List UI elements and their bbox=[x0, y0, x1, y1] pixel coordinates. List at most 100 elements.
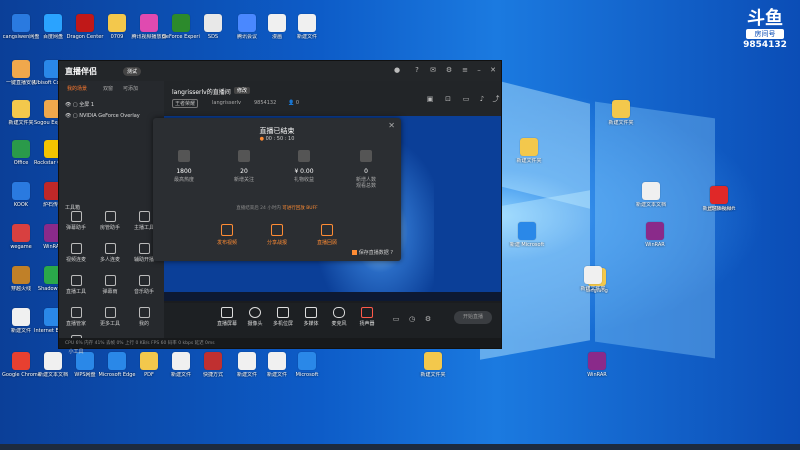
close-icon[interactable]: ✕ bbox=[489, 66, 497, 74]
menu-icon[interactable]: ≡ bbox=[461, 66, 469, 74]
tool-item[interactable]: 直播管家 bbox=[61, 307, 91, 327]
app-icon bbox=[12, 60, 30, 78]
replay-note: 直播结束后 24 小时内 可进行回放 BUFF bbox=[153, 205, 401, 211]
app-icon bbox=[518, 222, 536, 240]
monitor-icon bbox=[277, 307, 289, 318]
multi-screen-button[interactable]: 多机位屏 bbox=[270, 307, 296, 327]
desktop-icon[interactable]: 新建文件 bbox=[288, 14, 326, 40]
avatar-icon[interactable]: ● bbox=[393, 66, 401, 74]
desktop-icon[interactable]: WinRAR bbox=[636, 222, 674, 248]
lock-icon[interactable]: ⊡ bbox=[444, 95, 452, 103]
bell-icon[interactable]: ♪ bbox=[478, 95, 486, 103]
tool-item[interactable]: 视频连麦 bbox=[61, 243, 91, 263]
tool-label: 多人连麦 bbox=[99, 257, 120, 263]
desktop-icon-label: 新建文本文档 bbox=[635, 202, 666, 208]
control-label: 摄像头 bbox=[247, 321, 263, 327]
room-header: langrisserlv的直播间 修改 王者荣耀 langrisserlv 98… bbox=[164, 81, 501, 116]
desktop-icon[interactable]: Microsoft bbox=[288, 352, 326, 378]
flame-icon bbox=[178, 150, 190, 162]
douyu-logo-watermark: 斗鱼 房间号 9854132 bbox=[740, 10, 790, 51]
desktop-icon[interactable]: 新建文件 bbox=[162, 352, 200, 378]
tool-label: 弹幕雨 bbox=[102, 289, 118, 295]
desktop-icon[interactable]: SDS bbox=[194, 14, 232, 40]
minimize-icon[interactable]: – bbox=[475, 66, 483, 74]
speaker-button[interactable]: 扬声器 bbox=[354, 307, 380, 327]
tool-item[interactable]: 我的 bbox=[129, 307, 159, 327]
tool-item[interactable]: 音乐助手 bbox=[129, 275, 159, 295]
desktop-icon[interactable]: 新建文件夹 bbox=[414, 352, 452, 378]
stat-label: 礼物收益 bbox=[293, 177, 314, 183]
app-icon bbox=[298, 14, 316, 32]
desktop-icon[interactable]: 新建文件夹 bbox=[510, 138, 548, 164]
share-report-button[interactable]: 分享战报 bbox=[255, 224, 299, 246]
camera-button[interactable]: 摄像头 bbox=[242, 307, 268, 327]
tool-label: 弹幕助手 bbox=[65, 225, 86, 231]
settings-icon[interactable]: ⚙ bbox=[445, 66, 453, 74]
help-icon[interactable]: ? bbox=[413, 66, 421, 74]
play-icon bbox=[305, 307, 317, 318]
stat-label: 新增关注 bbox=[233, 177, 254, 183]
tool-item[interactable]: 房管助手 bbox=[95, 211, 125, 231]
app-icon bbox=[520, 138, 538, 156]
help-icon[interactable]: ? bbox=[390, 250, 393, 256]
message-icon[interactable]: ✉ bbox=[429, 66, 437, 74]
app-icon bbox=[646, 222, 664, 240]
desktop-icon[interactable]: 新建文件夹 bbox=[602, 100, 640, 126]
scene-label: NVIDIA GeForce Overlay bbox=[79, 113, 140, 119]
app-icon bbox=[76, 14, 94, 32]
tool-label: 房管助手 bbox=[99, 225, 120, 231]
scene-item[interactable]: 👁 ▢ NVIDIA GeForce Overlay bbox=[65, 113, 140, 119]
publish-video-button[interactable]: 发布视频 bbox=[205, 224, 249, 246]
save-data-checkbox[interactable]: 保存直播数据 ? bbox=[351, 249, 393, 256]
camera-icon bbox=[249, 307, 261, 318]
action-label: 直播回顾 bbox=[316, 240, 337, 246]
desktop-icon[interactable]: 新建文件夹 bbox=[574, 266, 612, 292]
monitor-icon[interactable]: ▭ bbox=[462, 95, 470, 103]
tool-item[interactable]: 多人连麦 bbox=[95, 243, 125, 263]
control-label: 多媒体 bbox=[303, 321, 319, 327]
scene-label: 全屏 1 bbox=[79, 102, 95, 108]
viewer-count: 👤 0 bbox=[288, 100, 300, 106]
screen-capture-button[interactable]: 直播屏幕 bbox=[214, 307, 240, 327]
source-controls: 直播屏幕 摄像头 多机位屏 多媒体 麦克风 扬声器 ▭ ◷ ⚙ 开始直播 bbox=[164, 303, 501, 343]
category-badge[interactable]: 王者荣耀 bbox=[172, 99, 199, 108]
app-icon bbox=[108, 352, 126, 370]
app-icon bbox=[12, 224, 30, 242]
app-icon bbox=[298, 352, 316, 370]
record-icon[interactable]: ▭ bbox=[392, 315, 400, 323]
media-button[interactable]: 多媒体 bbox=[298, 307, 324, 327]
app-icon bbox=[12, 182, 30, 200]
tool-label: 音乐助手 bbox=[133, 289, 154, 295]
desktop-icon[interactable]: 新建文本文档 bbox=[632, 182, 670, 208]
tab-addable[interactable]: 可添加 bbox=[123, 85, 138, 92]
settings-icon[interactable]: ⚙ bbox=[424, 315, 432, 323]
app-icon bbox=[588, 352, 606, 370]
stream-review-button[interactable]: 直播回顾 bbox=[305, 224, 349, 246]
tool-item[interactable]: 弹幕助手 bbox=[61, 211, 91, 231]
dialog-title: 直播已结束 bbox=[259, 127, 295, 135]
app-icon bbox=[238, 352, 256, 370]
edit-tag[interactable]: 修改 bbox=[234, 87, 251, 94]
replay-link[interactable]: 可进行回放 BUFF bbox=[282, 206, 318, 211]
tool-item[interactable]: 直播工具 bbox=[61, 275, 91, 295]
viewer-count-value: 0 bbox=[295, 100, 300, 106]
version-badge[interactable]: 测试 bbox=[123, 67, 142, 76]
tool-item[interactable]: 更多工具 bbox=[95, 307, 125, 327]
stat-label: 最高热度 bbox=[173, 177, 194, 183]
close-icon[interactable]: ✕ bbox=[388, 121, 395, 130]
desktop-icon[interactable]: WinRAR bbox=[578, 352, 616, 378]
gift-icon[interactable]: ▣ bbox=[426, 95, 434, 103]
room-id: 9854132 bbox=[254, 100, 277, 106]
stream-ended-dialog: 直播已结束 ● 00 : 50 : 10 ✕ 1800 最高热度 20 新增关注 ¥… bbox=[153, 118, 401, 261]
desktop-icon[interactable]: 新建 Microsoft bbox=[508, 222, 546, 248]
timer-icon[interactable]: ◷ bbox=[408, 315, 416, 323]
share-icon[interactable]: ⤴ bbox=[492, 95, 500, 103]
microphone-button[interactable]: 麦克风 bbox=[326, 307, 352, 327]
tool-icon bbox=[70, 211, 82, 222]
scene-item[interactable]: 👁 ▢ 全屏 1 bbox=[65, 101, 94, 108]
go-live-button[interactable]: 开始直播 bbox=[454, 311, 492, 324]
tab-my-scenes[interactable]: 我的场景 bbox=[67, 85, 87, 92]
desktop-icon[interactable]: 上班族视频 bbox=[700, 186, 738, 212]
tab-dual[interactable]: 双窗 bbox=[103, 85, 113, 92]
tool-item[interactable]: 弹幕雨 bbox=[95, 275, 125, 295]
